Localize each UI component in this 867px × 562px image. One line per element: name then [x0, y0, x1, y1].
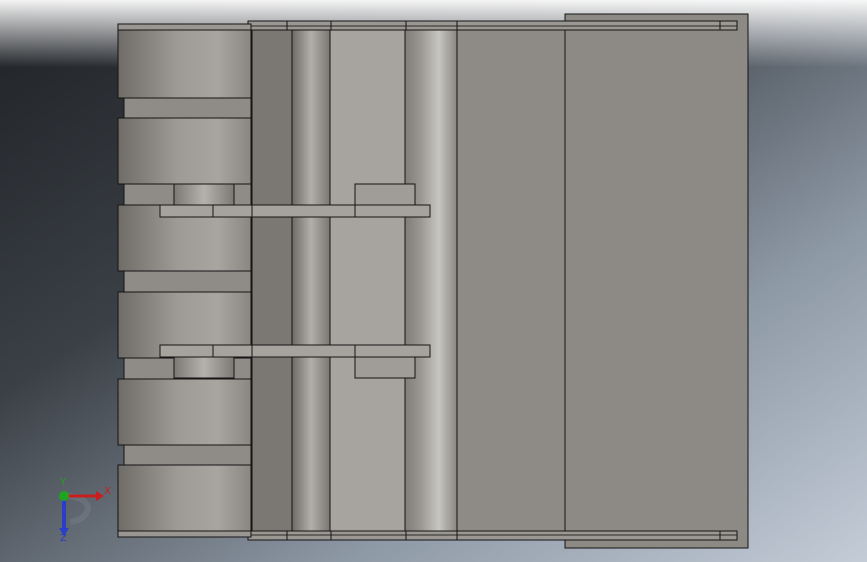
y-axis-dot	[59, 491, 69, 501]
body-face-left[interactable]	[251, 29, 293, 532]
z-axis-label: Z	[60, 533, 67, 544]
collar[interactable]	[123, 270, 252, 293]
body-face-middle[interactable]	[329, 29, 406, 532]
cylinder-segment[interactable]	[117, 378, 252, 446]
cylinder-segment[interactable]	[117, 464, 252, 532]
cylinder-segment[interactable]	[117, 117, 252, 185]
rod-large[interactable]	[404, 29, 458, 532]
left-rail-top	[117, 23, 252, 31]
part-model[interactable]	[117, 13, 749, 549]
x-arrowhead-icon	[96, 491, 104, 501]
x-axis-label: X	[104, 486, 111, 497]
bracket-boss[interactable]	[354, 356, 416, 379]
body-face-right[interactable]	[456, 29, 566, 532]
bracket-boss[interactable]	[173, 356, 235, 379]
model-view[interactable]	[0, 0, 867, 562]
collar[interactable]	[123, 444, 252, 466]
bracket-boss[interactable]	[354, 183, 416, 206]
left-rail-bottom	[117, 530, 252, 538]
rod-small[interactable]	[291, 29, 331, 532]
cylinder-segment[interactable]	[117, 29, 252, 99]
bracket-boss[interactable]	[173, 183, 235, 206]
bracket-arm-lower[interactable]	[159, 344, 431, 358]
cad-graphics-viewport[interactable]: X Y Z	[0, 0, 867, 562]
y-axis-label: Y	[60, 477, 67, 488]
collar[interactable]	[123, 97, 252, 119]
base-plate[interactable]	[564, 13, 749, 549]
reference-triad: X Y Z	[52, 478, 122, 546]
bracket-arm-upper[interactable]	[159, 204, 431, 218]
